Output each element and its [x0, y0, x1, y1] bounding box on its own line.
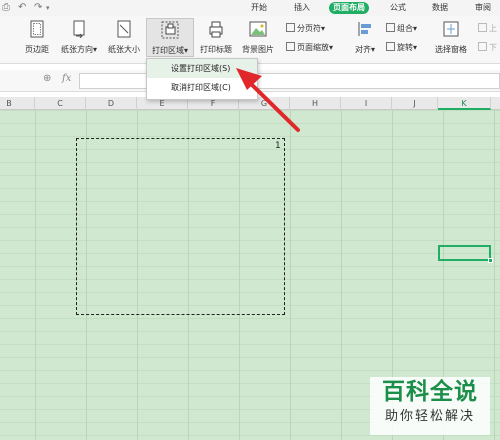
column-header-j[interactable]: J: [392, 97, 438, 110]
send-backward-button[interactable]: 下: [478, 42, 497, 54]
column-header-d[interactable]: D: [86, 97, 137, 110]
print-titles-label: 打印标题: [200, 45, 232, 54]
formula-input[interactable]: [79, 73, 500, 89]
tab-insert[interactable]: 插入: [290, 2, 314, 14]
watermark-subtitle: 助你轻松解决: [384, 409, 475, 424]
print-area-menu: 设置打印区域(S) 取消打印区域(C): [146, 58, 258, 100]
align-label: 对齐▾: [354, 45, 375, 54]
bring-forward-button[interactable]: 上: [478, 23, 497, 35]
chevron-down-icon[interactable]: ▾: [46, 2, 50, 14]
ribbon: 页边距 纸张方向▾ 纸张大小 打印区域▾ 打印标题 背景图片 分页符▾ 页面缩放…: [0, 16, 500, 64]
paper-size-button[interactable]: 纸张大小: [106, 20, 142, 55]
page-number: 1: [275, 141, 281, 151]
fill-handle[interactable]: [488, 258, 493, 263]
top-tab-bar: ⎙ ↶ ↷ ▾ 开始 插入 页面布局 公式 数据 审阅: [0, 0, 500, 16]
background-image-button[interactable]: 背景图片: [240, 20, 276, 55]
column-header-h[interactable]: H: [290, 97, 341, 110]
watermark: 百科全说 助你轻松解决: [370, 377, 490, 435]
group-icon: [386, 23, 395, 32]
page-zoom-icon: [286, 42, 295, 51]
orientation-label: 纸张方向▾: [60, 45, 97, 54]
tab-formulas[interactable]: 公式: [386, 2, 410, 14]
redo-icon[interactable]: ↷: [34, 2, 42, 14]
group-button[interactable]: 组合▾: [386, 23, 417, 35]
rotate-icon: [386, 42, 395, 51]
bring-forward-icon: [478, 23, 487, 32]
watermark-title: 百科全说: [382, 379, 478, 405]
selection-pane-label: 选择窗格: [435, 45, 467, 54]
orientation-button[interactable]: 纸张方向▾: [57, 20, 101, 55]
rotate-button[interactable]: 旋转▾: [386, 42, 417, 54]
tab-page-layout[interactable]: 页面布局: [329, 2, 369, 14]
menu-item-set-print-area[interactable]: 设置打印区域(S): [147, 59, 257, 78]
column-header-i[interactable]: I: [341, 97, 392, 110]
print-area-icon: [161, 21, 179, 39]
background-image-label: 背景图片: [242, 45, 274, 54]
print-area-button[interactable]: 打印区域▾: [146, 18, 194, 57]
active-cell[interactable]: [438, 245, 493, 263]
column-header-b[interactable]: B: [0, 97, 35, 110]
margins-label: 页边距: [25, 45, 49, 54]
page-zoom-button[interactable]: 页面缩放▾: [286, 42, 333, 54]
print-titles-icon: [209, 21, 223, 38]
print-area-outline: [76, 138, 285, 315]
tab-home[interactable]: 开始: [247, 2, 271, 14]
selection-pane-icon: [443, 21, 459, 37]
align-icon: [358, 22, 371, 36]
print-titles-button[interactable]: 打印标题: [198, 20, 234, 55]
align-button[interactable]: 对齐▾: [352, 20, 378, 55]
tab-data[interactable]: 数据: [428, 2, 452, 14]
fx-label[interactable]: fx: [62, 73, 71, 84]
column-header-c[interactable]: C: [35, 97, 86, 110]
page-break-icon: [286, 23, 295, 32]
paper-size-icon: [117, 20, 131, 38]
print-area-label: 打印区域▾: [151, 46, 188, 55]
zoom-icon[interactable]: ⊕: [43, 73, 51, 84]
image-icon: [249, 21, 267, 37]
paper-size-label: 纸张大小: [108, 45, 140, 54]
margins-icon: [30, 20, 44, 38]
page-break-button[interactable]: 分页符▾: [286, 23, 325, 35]
menu-item-clear-print-area[interactable]: 取消打印区域(C): [147, 78, 257, 97]
selection-pane-button[interactable]: 选择窗格: [432, 20, 470, 55]
send-backward-icon: [478, 42, 487, 51]
undo-icon[interactable]: ↶: [18, 2, 26, 14]
orientation-icon: [73, 20, 85, 38]
tab-review[interactable]: 审阅: [471, 2, 495, 14]
print-icon[interactable]: ⎙: [2, 2, 10, 14]
margins-button[interactable]: 页边距: [22, 20, 52, 55]
column-header-k[interactable]: K: [438, 97, 491, 110]
